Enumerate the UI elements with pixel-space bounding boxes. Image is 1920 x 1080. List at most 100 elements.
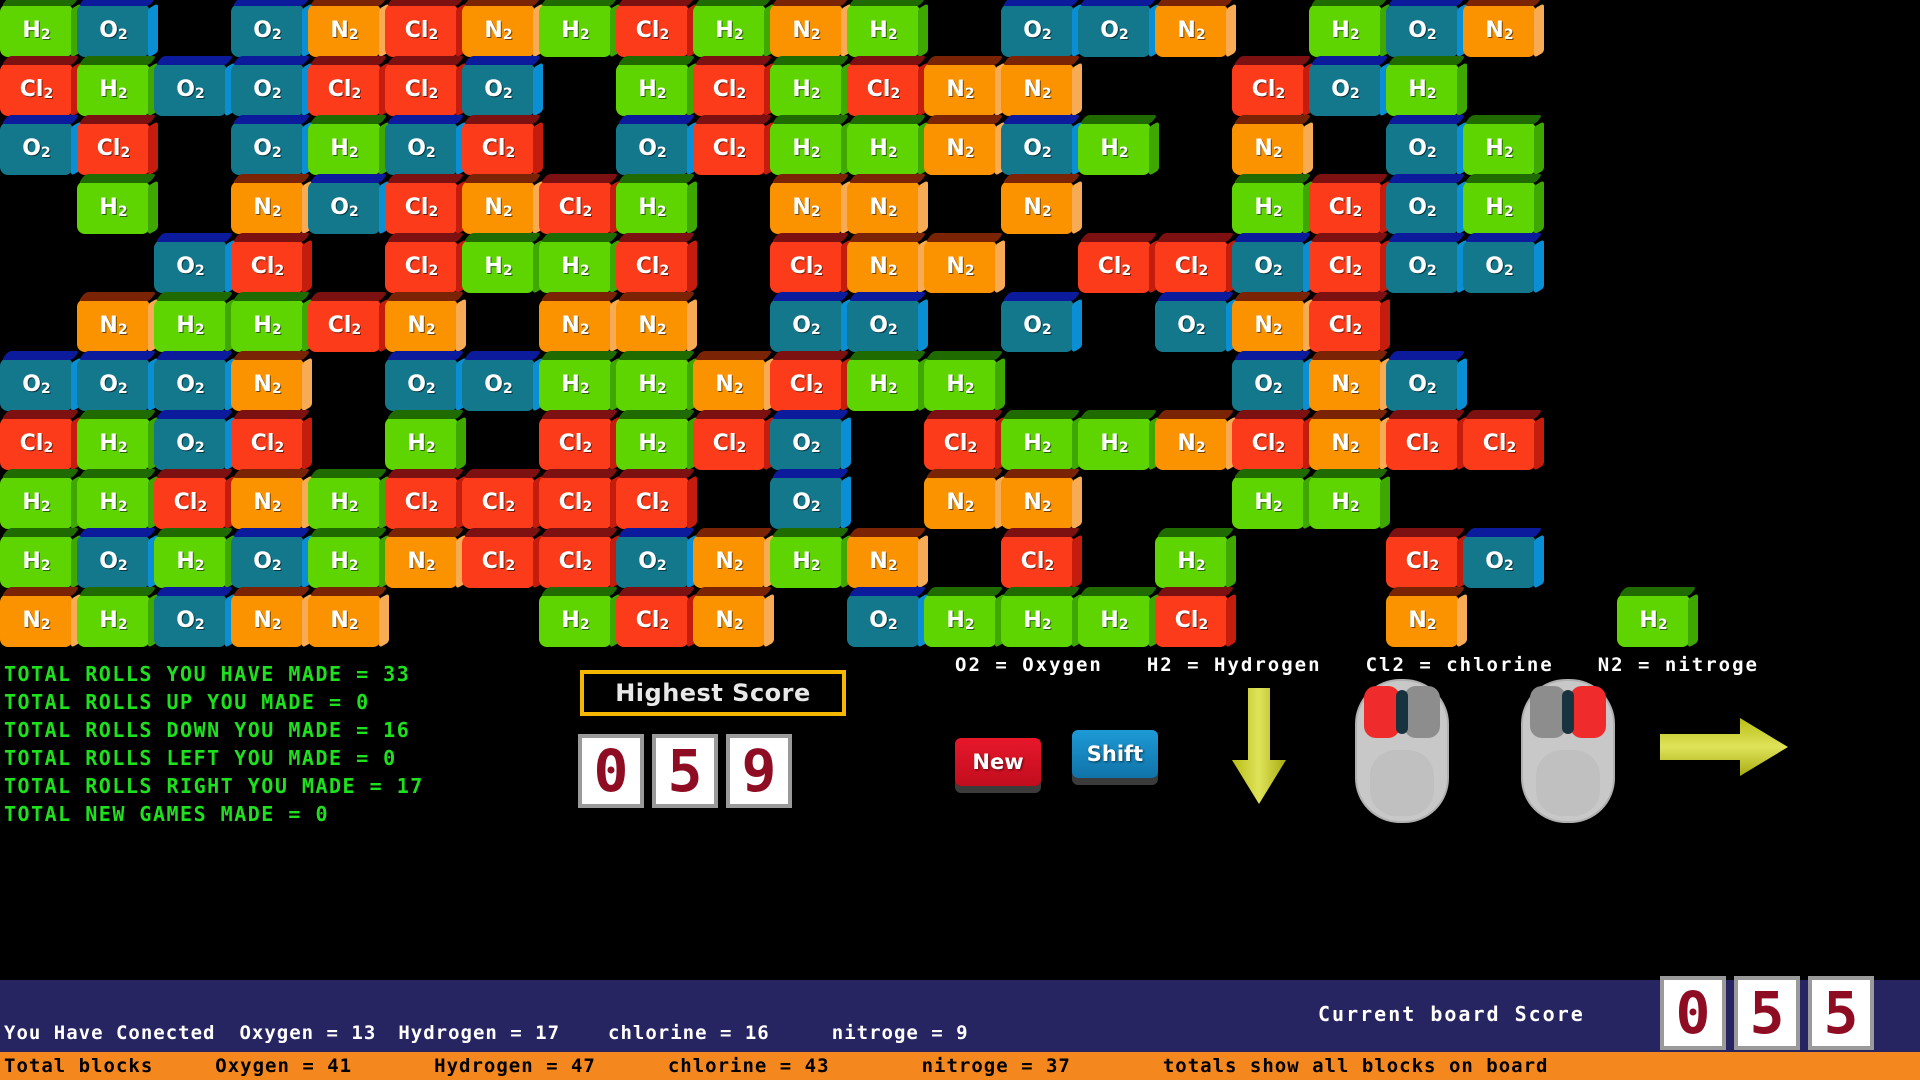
block-cell[interactable]: H2 [924, 354, 1001, 413]
block-cell[interactable]: Cl2 [770, 354, 847, 413]
block-cell[interactable]: O2 [308, 177, 385, 236]
molecule-block-n2[interactable]: N2 [308, 4, 381, 57]
block-cell[interactable]: H2 [0, 0, 77, 59]
molecule-block-cl2[interactable]: Cl2 [0, 417, 73, 470]
molecule-block-cl2[interactable]: Cl2 [0, 63, 73, 116]
block-cell[interactable]: O2 [231, 531, 308, 590]
molecule-block-h2[interactable]: H2 [1078, 122, 1151, 175]
block-cell[interactable]: N2 [231, 354, 308, 413]
block-cell[interactable]: N2 [77, 295, 154, 354]
block-cell[interactable]: N2 [924, 472, 1001, 531]
molecule-block-cl2[interactable]: Cl2 [1001, 535, 1074, 588]
block-cell[interactable]: H2 [308, 118, 385, 177]
block-cell[interactable]: O2 [154, 590, 231, 649]
molecule-block-h2[interactable]: H2 [154, 535, 227, 588]
block-cell[interactable]: Cl2 [539, 472, 616, 531]
molecule-block-o2[interactable]: O2 [1309, 63, 1382, 116]
molecule-block-h2[interactable]: H2 [616, 417, 689, 470]
molecule-block-cl2[interactable]: Cl2 [385, 4, 458, 57]
molecule-block-cl2[interactable]: Cl2 [539, 535, 612, 588]
block-cell[interactable]: Cl2 [1309, 177, 1386, 236]
molecule-block-cl2[interactable]: Cl2 [231, 240, 304, 293]
block-cell[interactable]: H2 [1309, 0, 1386, 59]
molecule-block-cl2[interactable]: Cl2 [308, 299, 381, 352]
block-cell[interactable]: N2 [308, 0, 385, 59]
molecule-block-o2[interactable]: O2 [154, 63, 227, 116]
molecule-block-cl2[interactable]: Cl2 [539, 476, 612, 529]
molecule-block-cl2[interactable]: Cl2 [1155, 240, 1228, 293]
block-cell[interactable]: O2 [0, 354, 77, 413]
block-cell[interactable]: O2 [1386, 118, 1463, 177]
molecule-block-n2[interactable]: N2 [0, 594, 73, 647]
block-cell[interactable]: O2 [1386, 354, 1463, 413]
molecule-block-o2[interactable]: O2 [77, 358, 150, 411]
block-cell[interactable]: Cl2 [924, 413, 1001, 472]
molecule-block-n2[interactable]: N2 [924, 240, 997, 293]
block-cell[interactable]: O2 [77, 531, 154, 590]
block-cell[interactable]: O2 [1463, 236, 1540, 295]
block-cell[interactable]: O2 [847, 590, 924, 649]
molecule-block-n2[interactable]: N2 [847, 181, 920, 234]
molecule-block-o2[interactable]: O2 [0, 122, 73, 175]
block-cell[interactable]: O2 [770, 413, 847, 472]
molecule-block-h2[interactable]: H2 [1155, 535, 1228, 588]
molecule-block-h2[interactable]: H2 [539, 4, 612, 57]
block-cell[interactable]: N2 [1155, 0, 1232, 59]
molecule-block-o2[interactable]: O2 [77, 4, 150, 57]
molecule-block-h2[interactable]: H2 [539, 240, 612, 293]
molecule-block-h2[interactable]: H2 [616, 181, 689, 234]
block-cell[interactable]: N2 [1386, 590, 1463, 649]
molecule-block-cl2[interactable]: Cl2 [616, 594, 689, 647]
block-cell[interactable]: O2 [231, 118, 308, 177]
molecule-block-h2[interactable]: H2 [77, 476, 150, 529]
molecule-block-cl2[interactable]: Cl2 [770, 358, 843, 411]
block-cell[interactable]: H2 [77, 177, 154, 236]
block-cell[interactable]: Cl2 [616, 472, 693, 531]
molecule-block-o2[interactable]: O2 [1463, 240, 1536, 293]
block-cell[interactable]: O2 [1001, 295, 1078, 354]
molecule-block-h2[interactable]: H2 [308, 122, 381, 175]
molecule-block-n2[interactable]: N2 [1232, 299, 1305, 352]
block-cell[interactable]: H2 [924, 590, 1001, 649]
molecule-block-n2[interactable]: N2 [770, 181, 843, 234]
molecule-block-h2[interactable]: H2 [1078, 594, 1151, 647]
block-cell[interactable]: N2 [1232, 295, 1309, 354]
molecule-block-h2[interactable]: H2 [1232, 181, 1305, 234]
molecule-block-h2[interactable]: H2 [924, 594, 997, 647]
block-cell[interactable]: H2 [1078, 413, 1155, 472]
block-cell[interactable]: Cl2 [231, 413, 308, 472]
molecule-block-n2[interactable]: N2 [1386, 594, 1459, 647]
molecule-block-h2[interactable]: H2 [1617, 594, 1690, 647]
block-cell[interactable]: H2 [231, 295, 308, 354]
block-cell[interactable]: Cl2 [1155, 590, 1232, 649]
molecule-block-o2[interactable]: O2 [385, 122, 458, 175]
molecule-block-n2[interactable]: N2 [462, 181, 535, 234]
molecule-block-h2[interactable]: H2 [154, 299, 227, 352]
molecule-block-h2[interactable]: H2 [539, 594, 612, 647]
block-cell[interactable]: N2 [231, 472, 308, 531]
block-cell[interactable]: Cl2 [231, 236, 308, 295]
molecule-block-n2[interactable]: N2 [1155, 4, 1228, 57]
molecule-block-cl2[interactable]: Cl2 [1386, 417, 1459, 470]
block-cell[interactable]: O2 [1232, 354, 1309, 413]
block-cell[interactable]: H2 [77, 590, 154, 649]
molecule-block-h2[interactable]: H2 [385, 417, 458, 470]
block-cell[interactable]: N2 [616, 295, 693, 354]
molecule-block-cl2[interactable]: Cl2 [385, 240, 458, 293]
block-cell[interactable]: H2 [1001, 413, 1078, 472]
block-cell[interactable]: H2 [77, 59, 154, 118]
molecule-block-cl2[interactable]: Cl2 [308, 63, 381, 116]
block-cell[interactable]: Cl2 [1309, 295, 1386, 354]
molecule-block-o2[interactable]: O2 [154, 240, 227, 293]
block-cell[interactable]: Cl2 [1232, 59, 1309, 118]
block-cell[interactable]: Cl2 [0, 413, 77, 472]
block-cell[interactable]: N2 [0, 590, 77, 649]
block-cell[interactable]: N2 [308, 590, 385, 649]
block-cell[interactable]: O2 [770, 472, 847, 531]
block-cell[interactable]: O2 [0, 118, 77, 177]
molecule-block-o2[interactable]: O2 [1386, 181, 1459, 234]
block-cell[interactable]: H2 [539, 354, 616, 413]
block-cell[interactable]: N2 [462, 0, 539, 59]
molecule-block-cl2[interactable]: Cl2 [231, 417, 304, 470]
block-cell[interactable]: Cl2 [539, 177, 616, 236]
